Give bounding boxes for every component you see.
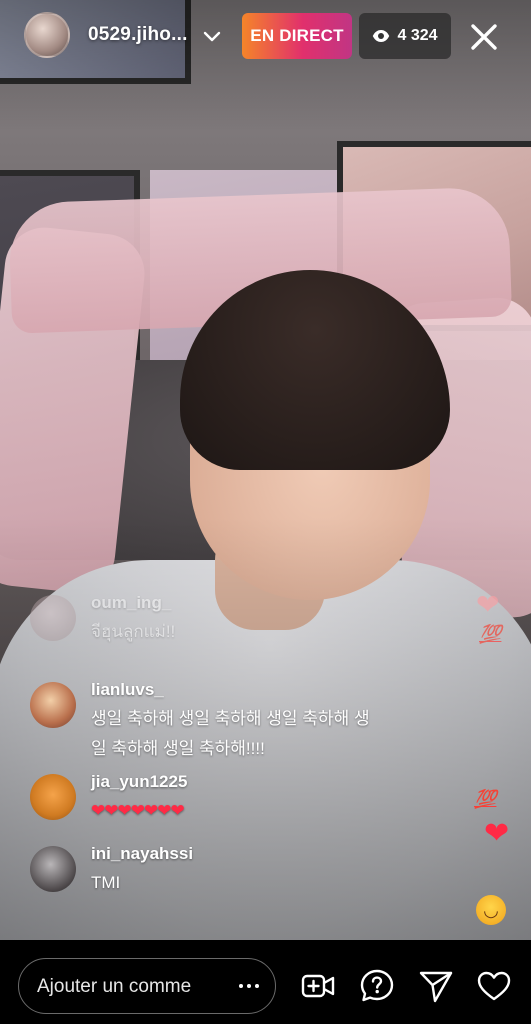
commenter-avatar[interactable]: [30, 595, 76, 641]
commenter-username[interactable]: lianluvs_: [91, 680, 164, 700]
heart-icon[interactable]: [476, 968, 512, 1004]
commenter-avatar[interactable]: [30, 682, 76, 728]
more-dot: [239, 984, 243, 988]
more-dot: [255, 984, 259, 988]
more-options-button[interactable]: [231, 967, 267, 1005]
commenter-avatar[interactable]: [30, 774, 76, 820]
streamer-username[interactable]: 0529.jiho...: [88, 24, 188, 46]
commenter-username[interactable]: oum_ing_: [91, 593, 171, 613]
comment-text: จีฮุนลูกแม่!!: [91, 622, 176, 641]
comment-text: ❤❤❤❤❤❤❤: [91, 801, 185, 820]
comment-input[interactable]: [35, 959, 199, 1014]
viewer-count: 4 324: [397, 27, 438, 44]
comment-text-line: 생일 축하해 생일 축하해 생일 축하해 생: [91, 709, 370, 728]
floating-hundred-icon: 💯: [479, 624, 502, 644]
comment-text: 생일 축하해 생일 축하해 생일 축하해 생 일 축하해 생일 축하해!!!!: [91, 704, 370, 764]
floating-heart-icon: ❤: [484, 817, 510, 850]
comment-text: TMI: [91, 873, 121, 892]
video-vignette: [0, 0, 531, 940]
commenter-avatar[interactable]: [30, 846, 76, 892]
live-badge: EN DIRECT: [242, 13, 352, 59]
bottom-bar: [0, 940, 531, 1024]
floating-hundred-icon: 💯: [474, 789, 497, 809]
more-dot: [247, 984, 251, 988]
viewer-count-badge[interactable]: 4 324: [359, 13, 451, 59]
live-header: 0529.jiho... EN DIRECT 4 324: [0, 0, 531, 72]
commenter-username[interactable]: jia_yun1225: [91, 772, 187, 792]
live-video-feed: [0, 0, 531, 940]
commenter-username[interactable]: ini_nayahssi: [91, 844, 193, 864]
share-send-icon[interactable]: [418, 968, 454, 1004]
comment-box[interactable]: [18, 958, 276, 1014]
chevron-down-icon[interactable]: [200, 24, 224, 48]
add-guest-video-icon[interactable]: [300, 968, 336, 1004]
question-icon[interactable]: [359, 968, 395, 1004]
eye-icon: [373, 30, 390, 42]
comment-text-line: 일 축하해 생일 축하해!!!!: [91, 739, 265, 758]
floating-heart-icon: ❤: [476, 589, 500, 620]
streamer-avatar[interactable]: [24, 12, 70, 58]
floating-laughing-face-icon: ◡: [476, 895, 506, 925]
close-icon[interactable]: [464, 17, 504, 57]
